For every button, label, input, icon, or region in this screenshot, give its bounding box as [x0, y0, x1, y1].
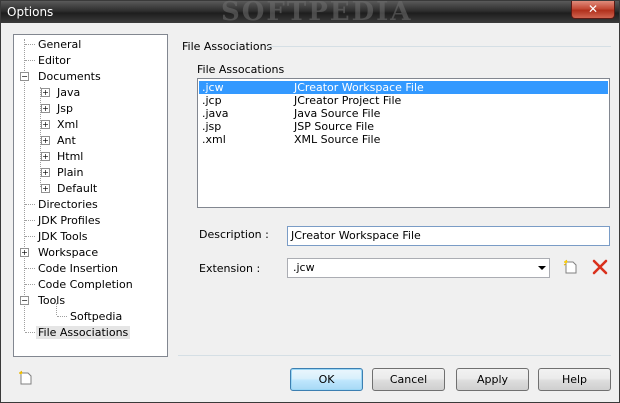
options-tree[interactable]: General Editor − Documents + Java + Jsp … [13, 34, 168, 357]
tree-item-code-completion[interactable]: Code Completion [36, 277, 135, 292]
delete-x-icon[interactable] [592, 259, 608, 275]
collapse-icon[interactable]: − [20, 72, 29, 81]
new-file-icon[interactable] [563, 259, 579, 275]
file-association-list[interactable]: .jcw JCreator Workspace File .jcp JCreat… [197, 78, 610, 208]
tree-item-label: Editor [38, 54, 71, 67]
tree-item-label: File Associations [36, 326, 131, 339]
list-item[interactable]: .jcw JCreator Workspace File [199, 81, 608, 94]
list-item-description: JCreator Workspace File [294, 81, 424, 94]
tree-item-workspace[interactable]: Workspace [36, 245, 100, 260]
tree-item-label: Code Insertion [38, 262, 118, 275]
tree-item-editor[interactable]: Editor [36, 53, 73, 68]
expand-icon[interactable]: + [20, 248, 29, 257]
list-item-description: XML Source File [294, 133, 381, 146]
tree-line [25, 220, 35, 221]
tree-line [25, 284, 35, 285]
tree-item-label: General [38, 38, 82, 51]
tree-line [25, 44, 35, 45]
tree-item-xml[interactable]: Xml [55, 117, 80, 132]
expand-icon[interactable]: + [41, 152, 50, 161]
tree-item-softpedia[interactable]: Softpedia [68, 309, 124, 324]
tree-item-label: Xml [57, 118, 79, 131]
list-item[interactable]: .jsp JSP Source File [199, 120, 608, 133]
tree-line [25, 236, 35, 237]
tree-line [57, 316, 67, 317]
expand-icon[interactable]: + [41, 88, 50, 97]
extension-select-value: .jcw [293, 261, 315, 274]
tree-item-label: JDK Profiles [38, 214, 101, 227]
list-item-extension: .jsp [202, 120, 222, 133]
expand-icon[interactable]: + [41, 104, 50, 113]
tree-item-label: Workspace [38, 246, 99, 259]
description-field[interactable]: JCreator Workspace File [287, 226, 610, 246]
group-title: File Associations [182, 40, 273, 53]
extension-select[interactable]: .jcw [287, 258, 550, 278]
options-dialog: SOFTPEDIA Options ✕ General Editor − Doc… [0, 0, 620, 403]
tree-item-label: JDK Tools [38, 230, 88, 243]
close-button[interactable]: ✕ [571, 1, 615, 19]
list-item-description: JSP Source File [294, 120, 375, 133]
tree-item-label: Tools [38, 294, 66, 307]
tree-item-java[interactable]: Java [55, 85, 82, 100]
tree-item-default[interactable]: Default [55, 181, 99, 196]
cancel-button[interactable]: Cancel [372, 368, 445, 391]
tree-item-file-associations[interactable]: File Associations [36, 325, 131, 340]
tree-item-ant[interactable]: Ant [55, 133, 78, 148]
list-item-extension: .xml [202, 133, 226, 146]
tree-item-label: Softpedia [70, 310, 123, 323]
tree-item-label: Directories [38, 198, 98, 211]
tree-line [25, 268, 35, 269]
tree-item-general[interactable]: General [36, 37, 83, 52]
tree-item-label: Html [57, 150, 84, 163]
tree-item-jsp[interactable]: Jsp [55, 101, 75, 116]
tree-item-code-insertion[interactable]: Code Insertion [36, 261, 120, 276]
list-label: File Assocations [197, 63, 285, 76]
expand-icon[interactable]: + [41, 120, 50, 129]
window-title: Options [7, 5, 54, 19]
tree-item-documents[interactable]: Documents [36, 69, 103, 84]
description-label: Description : [199, 228, 269, 241]
apply-button[interactable]: Apply [456, 368, 529, 391]
ok-button[interactable]: OK [290, 368, 363, 391]
list-item[interactable]: .java Java Source File [199, 107, 608, 120]
list-item-extension: .java [202, 107, 229, 120]
tree-item-tools[interactable]: Tools [36, 293, 67, 308]
tree-item-label: Java [57, 86, 81, 99]
tree-item-label: Plain [57, 166, 84, 179]
close-icon: ✕ [587, 2, 599, 16]
chevron-down-icon [538, 266, 546, 270]
tree-item-label: Jsp [57, 102, 73, 115]
extension-label: Extension : [199, 262, 261, 275]
bottom-divider [178, 355, 611, 356]
list-item[interactable]: .jcp JCreator Project File [199, 94, 608, 107]
collapse-icon[interactable]: − [20, 296, 29, 305]
expand-icon[interactable]: + [41, 136, 50, 145]
list-item-description: JCreator Project File [294, 94, 402, 107]
tree-line [25, 204, 35, 205]
title-bar[interactable]: SOFTPEDIA Options ✕ [1, 0, 619, 27]
tree-line [25, 60, 35, 61]
tree-item-jdk-profiles[interactable]: JDK Profiles [36, 213, 102, 228]
list-item-description: Java Source File [294, 107, 381, 120]
watermark: SOFTPEDIA [221, 0, 413, 27]
expand-icon[interactable]: + [41, 168, 50, 177]
list-item-extension: .jcp [202, 94, 222, 107]
tree-item-label: Documents [38, 70, 101, 83]
list-item-extension: .jcw [202, 81, 224, 94]
new-file-icon[interactable] [18, 370, 34, 386]
tree-item-label: Default [57, 182, 98, 195]
tree-item-label: Code Completion [38, 278, 133, 291]
tree-line [24, 39, 25, 331]
tree-item-directories[interactable]: Directories [36, 197, 100, 212]
tree-line [25, 332, 35, 333]
tree-item-plain[interactable]: Plain [55, 165, 85, 180]
tree-item-jdk-tools[interactable]: JDK Tools [36, 229, 90, 244]
help-button[interactable]: Help [538, 368, 611, 391]
tree-item-html[interactable]: Html [55, 149, 85, 164]
list-item[interactable]: .xml XML Source File [199, 133, 608, 146]
tree-item-label: Ant [57, 134, 76, 147]
expand-icon[interactable]: + [41, 184, 50, 193]
group-divider [266, 46, 611, 47]
